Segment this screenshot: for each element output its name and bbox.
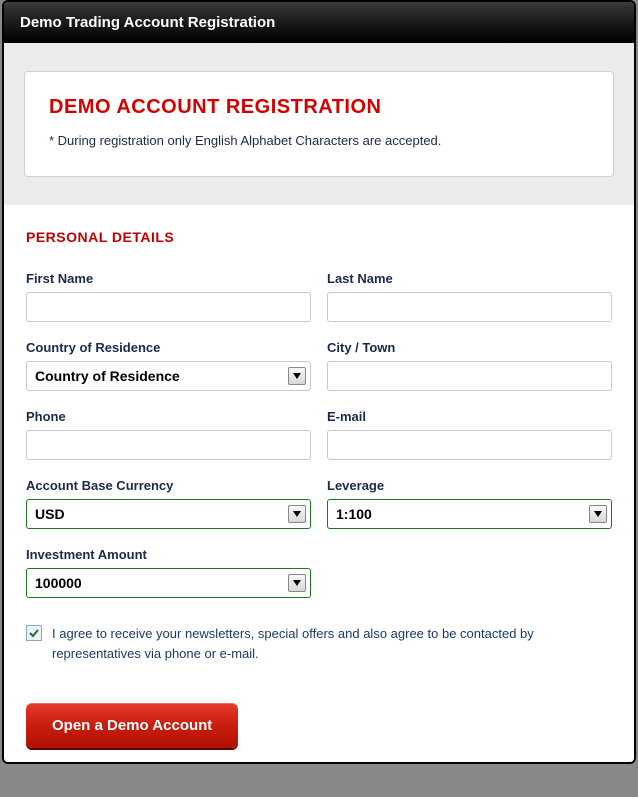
label-phone: Phone — [26, 409, 311, 424]
chevron-down-icon — [288, 367, 306, 385]
label-country: Country of Residence — [26, 340, 311, 355]
chevron-down-icon — [288, 574, 306, 592]
section-title: PERSONAL DETAILS — [26, 229, 612, 245]
phone-input[interactable] — [26, 430, 311, 460]
chevron-down-icon — [589, 505, 607, 523]
window-title: Demo Trading Account Registration — [4, 2, 634, 43]
label-leverage: Leverage — [327, 478, 612, 493]
chevron-down-icon — [288, 505, 306, 523]
form-area: PERSONAL DETAILS First Name Last Name Co… — [4, 205, 634, 681]
city-input[interactable] — [327, 361, 612, 391]
label-city: City / Town — [327, 340, 612, 355]
last-name-input[interactable] — [327, 292, 612, 322]
group-first-name: First Name — [26, 271, 311, 322]
intro-area: DEMO ACCOUNT REGISTRATION * During regis… — [4, 43, 634, 205]
group-phone: Phone — [26, 409, 311, 460]
group-city: City / Town — [327, 340, 612, 391]
label-last-name: Last Name — [327, 271, 612, 286]
currency-selected-value: USD — [35, 506, 65, 522]
consent-checkbox[interactable] — [26, 625, 42, 641]
group-investment: Investment Amount 100000 — [26, 547, 311, 598]
consent-row: I agree to receive your newsletters, spe… — [26, 624, 612, 663]
open-demo-account-button[interactable]: Open a Demo Account — [26, 703, 238, 748]
label-currency: Account Base Currency — [26, 478, 311, 493]
group-currency: Account Base Currency USD — [26, 478, 311, 529]
first-name-input[interactable] — [26, 292, 311, 322]
group-email: E-mail — [327, 409, 612, 460]
investment-select[interactable]: 100000 — [26, 568, 311, 598]
label-email: E-mail — [327, 409, 612, 424]
footer: Open a Demo Account — [4, 681, 634, 762]
group-country: Country of Residence Country of Residenc… — [26, 340, 311, 391]
label-investment: Investment Amount — [26, 547, 311, 562]
group-leverage: Leverage 1:100 — [327, 478, 612, 529]
intro-note: * During registration only English Alpha… — [49, 133, 589, 148]
country-selected-value: Country of Residence — [35, 368, 180, 384]
label-first-name: First Name — [26, 271, 311, 286]
leverage-select[interactable]: 1:100 — [327, 499, 612, 529]
intro-box: DEMO ACCOUNT REGISTRATION * During regis… — [24, 71, 614, 177]
investment-selected-value: 100000 — [35, 575, 82, 591]
intro-heading: DEMO ACCOUNT REGISTRATION — [49, 96, 589, 119]
registration-window: Demo Trading Account Registration DEMO A… — [2, 0, 636, 764]
check-icon — [28, 627, 40, 639]
country-select[interactable]: Country of Residence — [26, 361, 311, 391]
form-grid: First Name Last Name Country of Residenc… — [26, 271, 612, 598]
email-input[interactable] — [327, 430, 612, 460]
leverage-selected-value: 1:100 — [336, 506, 372, 522]
group-last-name: Last Name — [327, 271, 612, 322]
currency-select[interactable]: USD — [26, 499, 311, 529]
consent-text: I agree to receive your newsletters, spe… — [52, 624, 612, 663]
